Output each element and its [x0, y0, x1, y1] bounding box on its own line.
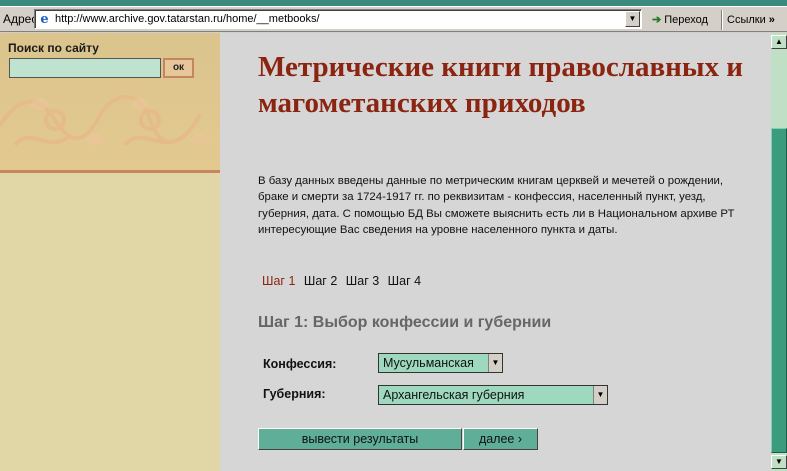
chevron-down-icon[interactable]: ▼	[488, 354, 502, 372]
go-label: Переход	[664, 14, 708, 26]
go-arrow-icon: ➔	[652, 14, 662, 26]
sidebar-header: Поиск по сайту ок	[0, 33, 220, 171]
search-input[interactable]	[9, 58, 161, 78]
search-ok-button[interactable]: ок	[163, 58, 194, 78]
address-dropdown-icon[interactable]: ▼	[625, 11, 640, 27]
address-bar: Адрес e http://www.archive.gov.tatarstan…	[0, 6, 787, 32]
confession-label: Конфессия:	[263, 357, 337, 371]
next-button[interactable]: далее ›	[463, 428, 538, 450]
chevron-down-icon[interactable]: ▼	[593, 386, 607, 404]
chevron-right-icon: ›	[517, 432, 523, 446]
step-2-link[interactable]: Шаг 2	[304, 274, 337, 288]
go-button[interactable]: ➔ Переход	[648, 10, 712, 30]
show-results-button[interactable]: вывести результаты	[258, 428, 462, 450]
vertical-scrollbar[interactable]: ▲ ▼	[771, 33, 787, 471]
links-label: Ссылки	[727, 14, 766, 26]
address-field[interactable]: e http://www.archive.gov.tatarstan.ru/ho…	[34, 9, 642, 29]
scroll-down-icon[interactable]: ▼	[771, 455, 787, 469]
sidebar-divider	[0, 170, 226, 173]
guberniya-value: Архангельская губерния	[383, 388, 525, 402]
page-viewport: Поиск по сайту ок Метрические книги прав…	[0, 33, 771, 471]
ornament-decoration	[0, 94, 210, 147]
step-nav: Шаг 1 Шаг 2 Шаг 3 Шаг 4	[262, 274, 426, 288]
ie-page-icon: e	[40, 12, 49, 27]
address-url[interactable]: http://www.archive.gov.tatarstan.ru/home…	[55, 13, 320, 25]
links-button[interactable]: Ссылки»	[727, 10, 775, 30]
chevron-right-icon: »	[768, 14, 775, 26]
page-title: Метрические книги православных и магомет…	[258, 51, 743, 119]
main-content: Метрические книги православных и магомет…	[220, 33, 771, 471]
guberniya-label: Губерния:	[263, 387, 326, 401]
step-3-link[interactable]: Шаг 3	[346, 274, 379, 288]
page-description: В базу данных введены данные по метричес…	[258, 175, 735, 236]
scrollbar-thumb[interactable]	[771, 128, 787, 453]
next-label: далее	[478, 432, 515, 446]
step-1-link[interactable]: Шаг 1	[262, 274, 295, 288]
step-4-link[interactable]: Шаг 4	[388, 274, 421, 288]
address-label: Адрес	[3, 12, 38, 26]
search-title: Поиск по сайту	[8, 41, 99, 55]
confession-select[interactable]: Мусульманская ▼	[378, 353, 503, 373]
toolbar-separator	[721, 10, 723, 30]
guberniya-select[interactable]: Архангельская губерния ▼	[378, 385, 608, 405]
scroll-up-icon[interactable]: ▲	[771, 35, 787, 49]
confession-value: Мусульманская	[383, 356, 474, 370]
step-heading: Шаг 1: Выбор конфессии и губернии	[258, 314, 552, 331]
sidebar: Поиск по сайту ок	[0, 33, 226, 471]
